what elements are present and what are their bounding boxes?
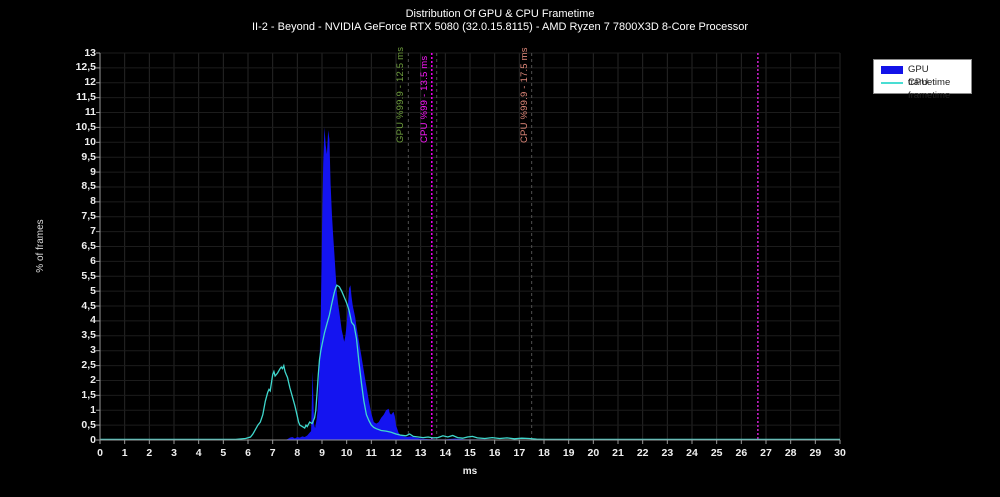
y-tick-label: 5: [62, 285, 96, 298]
y-tick-label: 13: [62, 47, 96, 60]
y-tick-label: 12: [62, 76, 96, 89]
chart-title: Distribution Of GPU & CPU Frametime: [0, 8, 1000, 20]
y-tick-label: 6: [62, 255, 96, 268]
legend-item-gpu: GPU frametime: [874, 63, 971, 76]
y-tick-label: 1,5: [62, 389, 96, 402]
threshold-label: CPU %99 - 13.5 ms: [419, 56, 431, 143]
y-tick-label: 5,5: [62, 270, 96, 283]
legend: GPU frametime CPU frametime: [873, 59, 972, 94]
y-tick-label: 3: [62, 344, 96, 357]
y-tick-label: 7: [62, 225, 96, 238]
y-tick-label: 4: [62, 314, 96, 327]
grid-lines: [100, 53, 840, 440]
y-tick-label: 7,5: [62, 210, 96, 223]
y-tick-label: 8: [62, 195, 96, 208]
y-tick-label: 10,5: [62, 121, 96, 134]
y-tick-label: 0,5: [62, 419, 96, 432]
legend-label-cpu: CPU frametime: [908, 76, 971, 102]
x-tick-label: 30: [825, 447, 855, 460]
y-tick-label: 1: [62, 404, 96, 417]
y-tick-label: 3,5: [62, 329, 96, 342]
y-tick-label: 9,5: [62, 151, 96, 164]
y-tick-label: 2: [62, 374, 96, 387]
threshold-label: GPU %99.9 - 12.5 ms: [395, 47, 407, 143]
y-tick-label: 6,5: [62, 240, 96, 253]
y-tick-label: 11,5: [62, 91, 96, 104]
cpu-swatch-icon: [881, 82, 903, 84]
y-tick-label: 4,5: [62, 300, 96, 313]
y-tick-label: 10: [62, 136, 96, 149]
axes-and-ticks: [96, 53, 840, 444]
y-tick-label: 2,5: [62, 359, 96, 372]
threshold-label: CPU %99.9 - 17.5 ms: [519, 47, 531, 143]
gpu-swatch-icon: [881, 66, 903, 74]
legend-item-cpu: CPU frametime: [874, 76, 971, 89]
x-axis-label: ms: [455, 466, 485, 477]
y-tick-label: 8,5: [62, 180, 96, 193]
y-tick-label: 0: [62, 434, 96, 447]
y-tick-label: 11: [62, 106, 96, 119]
plot-area: [100, 53, 840, 440]
frametime-distribution-chart: Distribution Of GPU & CPU Frametime II-2…: [0, 0, 1000, 497]
y-axis-label: % of frames: [35, 196, 49, 296]
y-tick-label: 12,5: [62, 61, 96, 74]
y-tick-label: 9: [62, 166, 96, 179]
chart-subtitle: II-2 - Beyond - NVIDIA GeForce RTX 5080 …: [0, 21, 1000, 33]
